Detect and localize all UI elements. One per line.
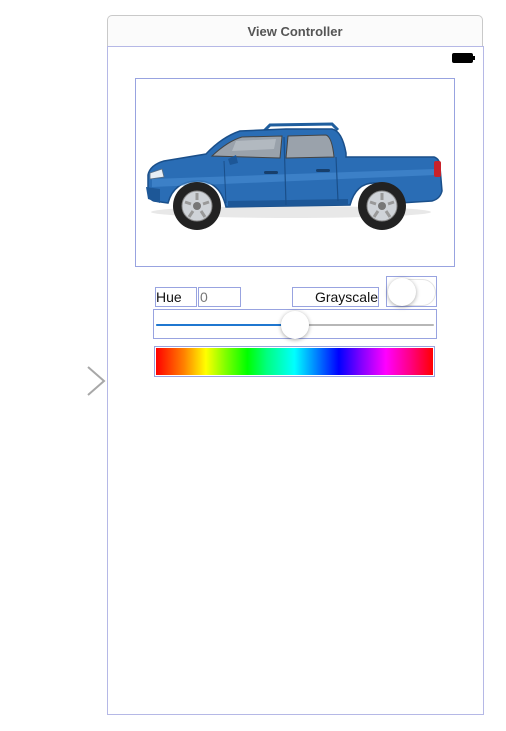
hue-label[interactable]: Hue bbox=[155, 287, 197, 307]
hue-slider[interactable] bbox=[153, 309, 437, 339]
scene-title-bar[interactable]: View Controller bbox=[107, 15, 483, 46]
entry-point-arrow-icon[interactable] bbox=[8, 366, 108, 396]
switch-knob[interactable] bbox=[388, 278, 416, 306]
grayscale-switch[interactable] bbox=[386, 276, 437, 307]
hue-spectrum-view bbox=[154, 346, 435, 377]
image-view[interactable] bbox=[135, 78, 455, 267]
battery-icon bbox=[452, 53, 475, 63]
slider-fill bbox=[156, 324, 295, 326]
grayscale-label-text: Grayscale bbox=[314, 289, 378, 305]
grayscale-label[interactable]: Grayscale bbox=[292, 287, 379, 307]
scene-title: View Controller bbox=[247, 24, 343, 39]
truck-image bbox=[146, 122, 443, 230]
slider-thumb[interactable] bbox=[281, 311, 309, 339]
hue-spectrum-gradient bbox=[156, 348, 433, 375]
hue-value-field[interactable]: 0 bbox=[198, 287, 241, 307]
hue-label-text: Hue bbox=[156, 289, 182, 305]
hue-value-text: 0 bbox=[200, 289, 208, 305]
